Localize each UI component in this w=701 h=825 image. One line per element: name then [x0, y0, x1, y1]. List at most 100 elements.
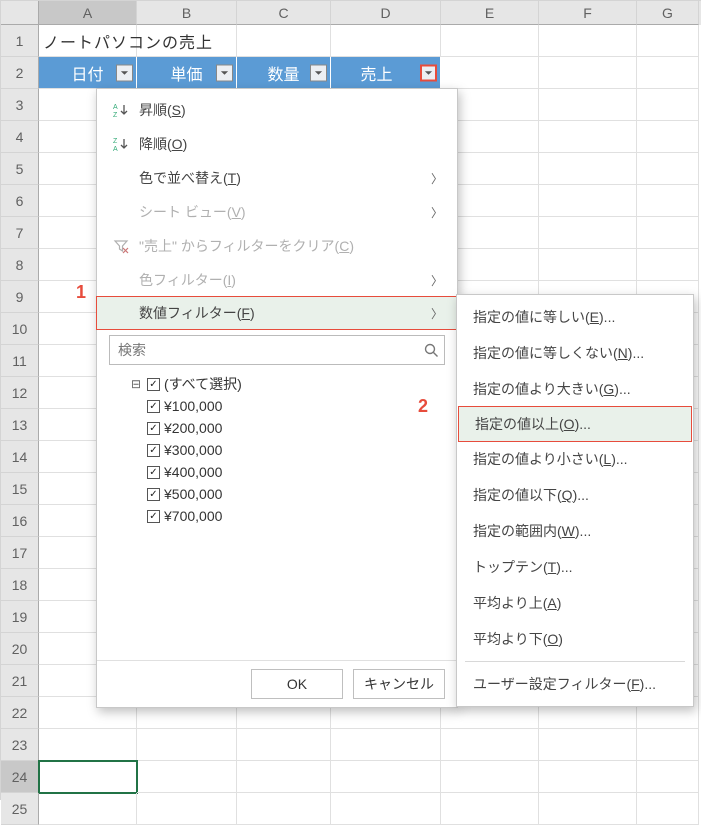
sub-custom-filter[interactable]: ユーザー設定フィルター(F)...: [457, 666, 693, 702]
row-header-14[interactable]: 14: [1, 441, 39, 473]
row-header-8[interactable]: 8: [1, 249, 39, 281]
check-value-4[interactable]: ✓¥500,000: [131, 483, 445, 505]
row-header-9[interactable]: 9: [1, 281, 39, 313]
col-header-A[interactable]: A: [39, 1, 137, 25]
filter-buttons: OK キャンセル: [97, 660, 457, 707]
ok-button[interactable]: OK: [251, 669, 343, 699]
check-value-3[interactable]: ✓¥400,000: [131, 461, 445, 483]
select-all-corner[interactable]: [1, 1, 39, 25]
sort-desc-icon: ZA: [109, 136, 133, 152]
col-header-C[interactable]: C: [237, 1, 331, 25]
chevron-right-icon: 〉: [431, 170, 443, 187]
sort-asc-icon: AZ: [109, 102, 133, 118]
callout-1: 1: [76, 282, 86, 303]
sub-less-than[interactable]: 指定の値より小さい(L)...: [457, 441, 693, 477]
check-value-2[interactable]: ✓¥300,000: [131, 439, 445, 461]
check-value-0[interactable]: ✓¥100,000: [131, 395, 445, 417]
cell-F1[interactable]: [539, 25, 637, 57]
active-cell-A24[interactable]: [39, 761, 137, 793]
clear-filter-icon: [109, 238, 133, 254]
cell-E2[interactable]: [441, 57, 539, 89]
row-header-24[interactable]: 24: [1, 761, 39, 793]
menu-number-filter[interactable]: 数値フィルター(F) 〉: [96, 296, 458, 330]
cell-B1[interactable]: [137, 25, 237, 57]
row-header-12[interactable]: 12: [1, 377, 39, 409]
sub-less-equal[interactable]: 指定の値以下(Q)...: [457, 477, 693, 513]
cancel-button[interactable]: キャンセル: [353, 669, 445, 699]
header-sales-label: 売上: [360, 61, 392, 85]
header-date-label: 日付: [71, 61, 103, 85]
header-qty[interactable]: 数量: [237, 57, 331, 89]
callout-2: 2: [418, 396, 428, 417]
row-header-18[interactable]: 18: [1, 569, 39, 601]
chevron-right-icon: 〉: [431, 305, 443, 322]
menu-color-filter: 色フィルター(I) 〉: [97, 263, 457, 297]
autofilter-menu: AZ 昇順(S) ZA 降順(O) 色で並べ替え(T) 〉 シート ビュー(V)…: [96, 88, 458, 708]
cell-G1[interactable]: [637, 25, 699, 57]
row-header-2[interactable]: 2: [1, 57, 39, 89]
row-header-3[interactable]: 3: [1, 89, 39, 121]
filter-value-list: ⊟✓(すべて選択) ✓¥100,000 ✓¥200,000 ✓¥300,000 …: [131, 373, 445, 660]
row-header-5[interactable]: 5: [1, 153, 39, 185]
row-header-19[interactable]: 19: [1, 601, 39, 633]
row-header-25[interactable]: 25: [1, 793, 39, 825]
row-header-21[interactable]: 21: [1, 665, 39, 697]
menu-sort-color[interactable]: 色で並べ替え(T) 〉: [97, 161, 457, 195]
chevron-right-icon: 〉: [431, 204, 443, 221]
number-filter-submenu: 指定の値に等しい(E)... 指定の値に等しくない(N)... 指定の値より大き…: [456, 294, 694, 707]
sub-not-equals[interactable]: 指定の値に等しくない(N)...: [457, 335, 693, 371]
header-unit-price[interactable]: 単価: [137, 57, 237, 89]
filter-search-box[interactable]: [109, 335, 445, 365]
cell-F2[interactable]: [539, 57, 637, 89]
check-value-5[interactable]: ✓¥700,000: [131, 505, 445, 527]
row-header-1[interactable]: 1: [1, 25, 39, 57]
sub-greater-equal[interactable]: 指定の値以上(O)...: [458, 406, 692, 442]
sub-below-avg[interactable]: 平均より下(O): [457, 621, 693, 657]
cell-D1[interactable]: [331, 25, 441, 57]
row-header-4[interactable]: 4: [1, 121, 39, 153]
row-header-22[interactable]: 22: [1, 697, 39, 729]
row-header-16[interactable]: 16: [1, 505, 39, 537]
row-header-11[interactable]: 11: [1, 345, 39, 377]
check-select-all[interactable]: ⊟✓(すべて選択): [131, 373, 445, 395]
sub-greater-than[interactable]: 指定の値より大きい(G)...: [457, 371, 693, 407]
row-header-7[interactable]: 7: [1, 217, 39, 249]
row-header-23[interactable]: 23: [1, 729, 39, 761]
submenu-separator: [465, 661, 685, 662]
check-value-1[interactable]: ✓¥200,000: [131, 417, 445, 439]
sub-above-avg[interactable]: 平均より上(A): [457, 585, 693, 621]
header-unit-price-label: 単価: [170, 61, 202, 85]
row-header-17[interactable]: 17: [1, 537, 39, 569]
header-date[interactable]: 日付: [39, 57, 137, 89]
col-header-G[interactable]: G: [637, 1, 699, 25]
row-header-13[interactable]: 13: [1, 409, 39, 441]
col-header-D[interactable]: D: [331, 1, 441, 25]
svg-text:Z: Z: [113, 138, 118, 145]
menu-sort-asc[interactable]: AZ 昇順(S): [97, 93, 457, 127]
cell-C1[interactable]: [237, 25, 331, 57]
svg-text:A: A: [113, 104, 118, 111]
col-header-F[interactable]: F: [539, 1, 637, 25]
row-header-10[interactable]: 10: [1, 313, 39, 345]
filter-search-input[interactable]: [110, 342, 418, 358]
cell-G2[interactable]: [637, 57, 699, 89]
col-header-B[interactable]: B: [137, 1, 237, 25]
filter-button-date[interactable]: [116, 64, 133, 81]
filter-button-qty[interactable]: [310, 64, 327, 81]
svg-text:A: A: [113, 146, 118, 152]
row-header-20[interactable]: 20: [1, 633, 39, 665]
search-icon: [418, 342, 444, 358]
filter-button-sales[interactable]: [420, 64, 437, 81]
cell-E1[interactable]: [441, 25, 539, 57]
sub-top10[interactable]: トップテン(T)...: [457, 549, 693, 585]
sub-equals[interactable]: 指定の値に等しい(E)...: [457, 299, 693, 335]
header-sales[interactable]: 売上: [331, 57, 441, 89]
menu-sort-desc[interactable]: ZA 降順(O): [97, 127, 457, 161]
title-cell[interactable]: ノートパソコンの売上: [39, 25, 137, 57]
row-header-15[interactable]: 15: [1, 473, 39, 505]
col-header-E[interactable]: E: [441, 1, 539, 25]
filter-button-unit-price[interactable]: [216, 64, 233, 81]
sub-between[interactable]: 指定の範囲内(W)...: [457, 513, 693, 549]
svg-text:Z: Z: [113, 112, 118, 118]
row-header-6[interactable]: 6: [1, 185, 39, 217]
